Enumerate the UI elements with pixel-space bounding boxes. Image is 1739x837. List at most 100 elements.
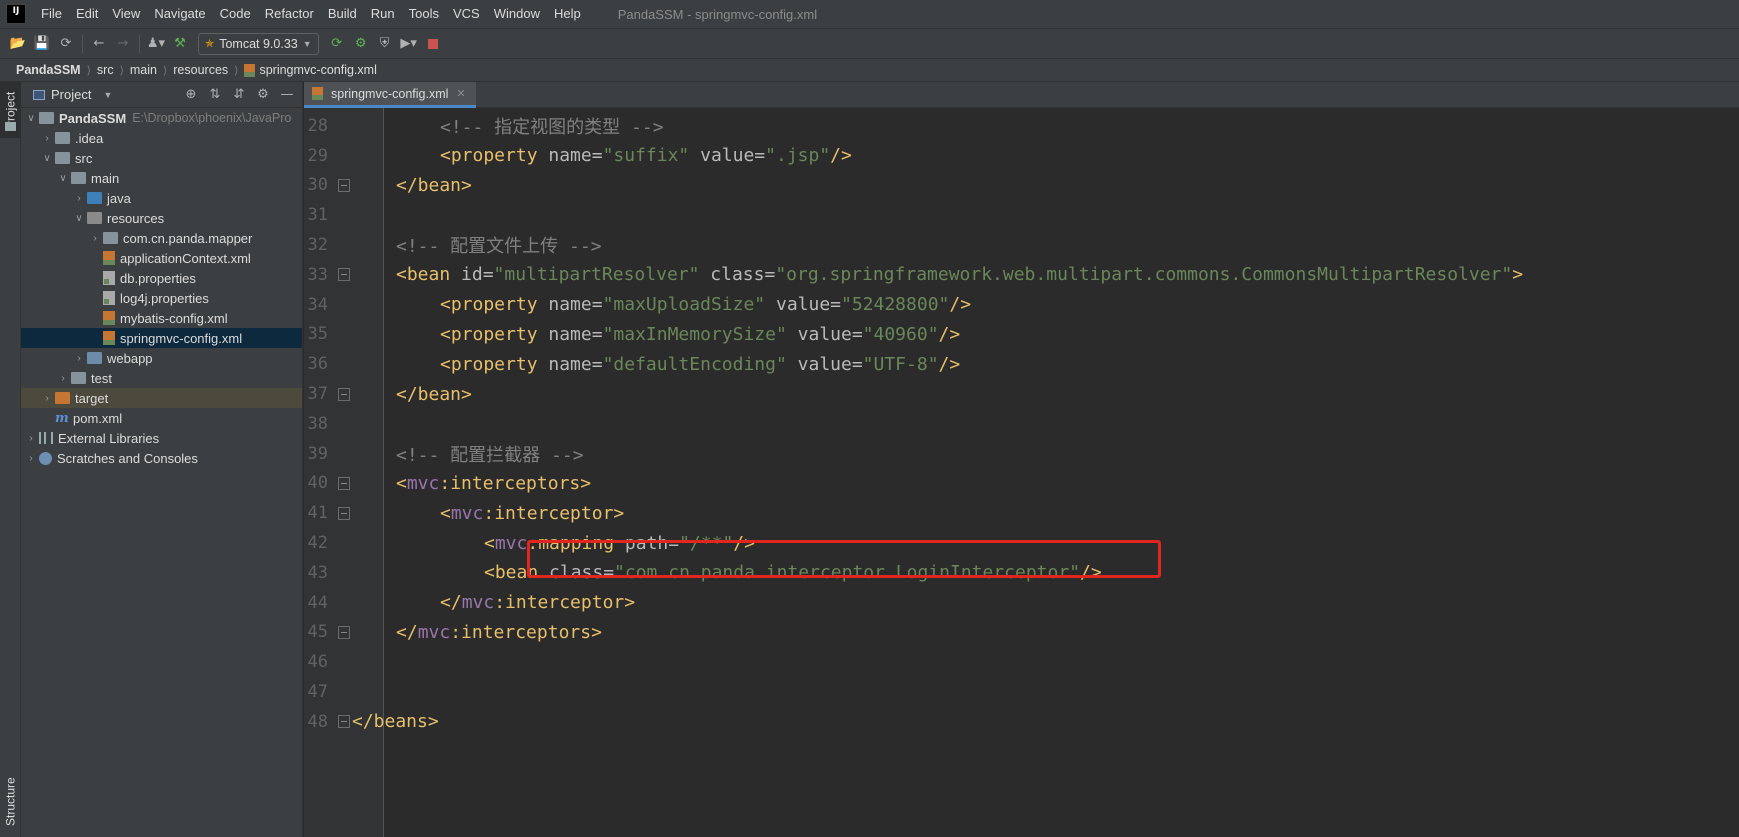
build-hammer-icon[interactable]: ⚒ [168,32,192,56]
chevron-down-icon[interactable]: ∨ [71,213,87,224]
tree-item-applicationcontext[interactable]: applicationContext.xml [21,248,302,268]
menu-refactor[interactable]: Refactor [258,0,321,28]
menu-code[interactable]: Code [213,0,258,28]
chevron-right-icon[interactable]: › [71,193,87,204]
menu-build[interactable]: Build [321,0,364,28]
back-arrow-icon[interactable]: ← [87,32,111,56]
scratches-icon [39,451,52,465]
chevron-right-icon[interactable]: › [71,353,87,364]
tree-item-resources[interactable]: ∨ resources [21,208,302,228]
project-tree: ∨ PandaSSM E:\Dropbox\phoenix\JavaPro › … [21,108,302,468]
project-panel-header: Project ▼ ⊕ ⇅ ⇵ ⚙ — [21,82,302,108]
menu-run[interactable]: Run [364,0,402,28]
module-folder-icon [39,112,54,124]
fold-marker-icon[interactable] [338,268,350,282]
xml-attr: name= [537,294,603,316]
rerun-icon[interactable]: ⟳ [325,32,349,56]
menu-help[interactable]: Help [547,0,588,28]
tree-item-label: .idea [75,130,104,146]
chevron-down-icon[interactable]: ∨ [23,113,39,124]
menu-bar: IJ File Edit View Navigate Code Refactor… [0,0,1739,28]
tree-item-mapper[interactable]: › com.cn.panda.mapper [21,228,302,248]
tree-item-mybatis-config[interactable]: mybatis-config.xml [21,308,302,328]
tree-item-java[interactable]: › java [21,188,302,208]
fold-marker-icon[interactable] [338,625,350,639]
breadcrumb-main[interactable]: main [126,63,161,77]
tree-item-db-properties[interactable]: db.properties [21,268,302,288]
close-icon[interactable]: ✕ [456,87,465,100]
coverage-shield-icon[interactable]: ⛨ [373,32,397,56]
xml-tag: </ [396,621,418,643]
stop-icon[interactable] [421,32,445,56]
library-icon [39,432,53,444]
menu-file[interactable]: File [34,0,69,28]
open-folder-icon[interactable]: 📂 [6,32,30,56]
fold-marker-icon[interactable] [338,387,350,401]
tree-item-pandassm[interactable]: ∨ PandaSSM E:\Dropbox\phoenix\JavaPro [21,108,302,128]
menu-view[interactable]: View [105,0,147,28]
chevron-right-icon[interactable]: › [55,373,71,384]
xml-file-icon [103,331,115,345]
tree-item-label: main [91,170,120,186]
tree-item-target[interactable]: › target [21,388,302,408]
tree-item-springmvc-config[interactable]: springmvc-config.xml [21,328,302,348]
project-view-select[interactable]: Project ▼ [33,87,112,102]
tree-item-main[interactable]: ∨ main [21,168,302,188]
fold-marker-icon[interactable] [338,506,350,520]
chevron-down-icon[interactable]: ∨ [39,153,55,164]
chevron-right-icon[interactable]: › [39,133,55,144]
chevron-right-icon[interactable]: › [23,453,39,464]
tree-item-label: pom.xml [73,410,123,426]
breadcrumb-file[interactable]: springmvc-config.xml [240,63,380,78]
menu-vcs[interactable]: VCS [446,0,487,28]
tree-item-log4j-properties[interactable]: log4j.properties [21,288,302,308]
chevron-down-icon[interactable]: ∨ [55,173,71,184]
code-lines: 28 <!-- 指定视图的类型 --> 29 <property name="s… [304,111,1739,737]
hide-panel-icon[interactable]: — [276,84,298,106]
breadcrumb-resources[interactable]: resources [169,63,232,77]
fold-marker-icon[interactable] [338,178,350,192]
xml-value: "multipartResolver" [493,264,700,286]
xml-value: "org.springframework.web.multipart.commo… [775,264,1513,286]
folder-icon [103,232,118,244]
tree-item-idea[interactable]: › .idea [21,128,302,148]
menu-tools[interactable]: Tools [402,0,446,28]
profile-run-icon[interactable]: ▶▾ [397,32,421,56]
forward-arrow-icon[interactable]: → [111,32,135,56]
tab-springmvc-config[interactable]: springmvc-config.xml ✕ [304,82,476,108]
menu-window[interactable]: Window [487,0,547,28]
tree-item-external-libraries[interactable]: › External Libraries [21,428,302,448]
code-text: <property name="suffix" value=".jsp"/> [440,145,852,166]
collapse-all-icon[interactable]: ⇵ [228,84,250,106]
menu-navigate[interactable]: Navigate [147,0,212,28]
xml-tag: <bean [396,264,451,286]
save-all-icon[interactable]: 💾 [30,32,54,56]
user-dropdown-icon[interactable]: ♟▾ [144,32,168,56]
breadcrumb: PandaSSM ⟩ src ⟩ main ⟩ resources ⟩ spri… [0,58,1739,82]
breadcrumb-src[interactable]: src [93,63,118,77]
code-line: 38 [304,409,1739,439]
locate-file-icon[interactable]: ⊕ [180,84,202,106]
chevron-right-icon[interactable]: › [87,233,103,244]
debug-bug-icon[interactable]: ⚙ [349,32,373,56]
run-configuration-select[interactable]: ✯ Tomcat 9.0.33 ▼ [198,32,319,55]
menu-edit[interactable]: Edit [69,0,105,28]
tree-item-scratches[interactable]: › Scratches and Consoles [21,448,302,468]
fold-marker-icon[interactable] [338,476,350,490]
tree-item-test[interactable]: › test [21,368,302,388]
gear-icon[interactable]: ⚙ [252,84,274,106]
fold-marker-icon[interactable] [338,715,350,729]
chevron-right-icon[interactable]: › [39,393,55,404]
code-line: 37 </bean> [304,379,1739,409]
tree-item-webapp[interactable]: › webapp [21,348,302,368]
sync-icon[interactable]: ⟳ [54,32,78,56]
expand-all-icon[interactable]: ⇅ [204,84,226,106]
tree-item-pom[interactable]: m pom.xml [21,408,302,428]
xml-value: "maxInMemorySize" [602,323,787,345]
code-editor[interactable]: 28 <!-- 指定视图的类型 --> 29 <property name="s… [304,108,1739,837]
chevron-right-icon[interactable]: › [23,433,39,444]
tool-window-tab-structure[interactable]: Structure [0,767,21,837]
line-number: 48 [307,711,328,732]
tree-item-src[interactable]: ∨ src [21,148,302,168]
breadcrumb-project[interactable]: PandaSSM [12,63,85,77]
